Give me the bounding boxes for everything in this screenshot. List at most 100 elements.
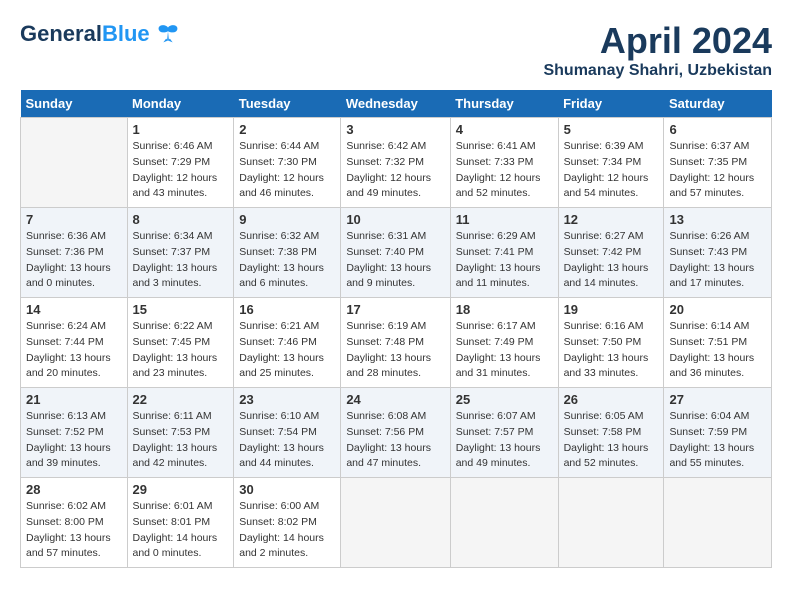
sunrise-text: Sunrise: 6:02 AM bbox=[26, 499, 122, 515]
day-number: 30 bbox=[239, 482, 335, 497]
day-number: 16 bbox=[239, 302, 335, 317]
calendar-cell: 7Sunrise: 6:36 AMSunset: 7:36 PMDaylight… bbox=[21, 208, 128, 298]
day-number: 20 bbox=[669, 302, 766, 317]
daylight-text: Daylight: 13 hours and 36 minutes. bbox=[669, 351, 766, 383]
calendar-cell bbox=[450, 478, 558, 568]
day-number: 6 bbox=[669, 122, 766, 137]
day-info: Sunrise: 6:27 AMSunset: 7:42 PMDaylight:… bbox=[564, 229, 659, 292]
calendar-cell: 3Sunrise: 6:42 AMSunset: 7:32 PMDaylight… bbox=[341, 118, 450, 208]
calendar-cell: 10Sunrise: 6:31 AMSunset: 7:40 PMDayligh… bbox=[341, 208, 450, 298]
daylight-text: Daylight: 13 hours and 44 minutes. bbox=[239, 441, 335, 473]
calendar-cell: 1Sunrise: 6:46 AMSunset: 7:29 PMDaylight… bbox=[127, 118, 234, 208]
calendar-cell: 18 Sunrise: 6:17 AMSunset: 7:49 PMDayligh… bbox=[450, 298, 558, 388]
day-number: 18 bbox=[456, 302, 553, 317]
day-info: Sunrise: 6:07 AMSunset: 7:57 PMDaylight:… bbox=[456, 409, 553, 472]
calendar-cell: 27Sunrise: 6:04 AMSunset: 7:59 PMDayligh… bbox=[664, 388, 772, 478]
day-info: Sunrise: 6:19 AMSunset: 7:48 PMDaylight:… bbox=[346, 319, 444, 382]
day-number: 29 bbox=[133, 482, 229, 497]
day-of-week-header: Wednesday bbox=[341, 90, 450, 118]
day-number: 2 bbox=[239, 122, 335, 137]
day-number: 1 bbox=[133, 122, 229, 137]
calendar-cell: 8Sunrise: 6:34 AMSunset: 7:37 PMDaylight… bbox=[127, 208, 234, 298]
week-row: 28Sunrise: 6:02 AMSunset: 8:00 PMDayligh… bbox=[21, 478, 772, 568]
daylight-text: Daylight: 13 hours and 47 minutes. bbox=[346, 441, 444, 473]
calendar-table: SundayMondayTuesdayWednesdayThursdayFrid… bbox=[20, 90, 772, 568]
sunset-text: Sunset: 7:57 PM bbox=[456, 425, 553, 441]
sunset-text: Sunset: 7:52 PM bbox=[26, 425, 122, 441]
calendar-cell: 24Sunrise: 6:08 AMSunset: 7:56 PMDayligh… bbox=[341, 388, 450, 478]
sunset-text: Sunset: 7:36 PM bbox=[26, 245, 122, 261]
calendar-cell: 21 Sunrise: 6:13 AMSunset: 7:52 PMDayligh… bbox=[21, 388, 128, 478]
calendar-cell: 19Sunrise: 6:16 AMSunset: 7:50 PMDayligh… bbox=[558, 298, 664, 388]
day-info: Sunrise: 6:41 AMSunset: 7:33 PMDaylight:… bbox=[456, 139, 553, 202]
day-number: 23 bbox=[239, 392, 335, 407]
day-info: Sunrise: 6:13 AMSunset: 7:52 PMDaylight:… bbox=[26, 409, 122, 472]
day-number: 8 bbox=[133, 212, 229, 227]
calendar-cell: 2 Sunrise: 6:44 AMSunset: 7:30 PMDaylight… bbox=[234, 118, 341, 208]
daylight-text: Daylight: 12 hours and 43 minutes. bbox=[133, 171, 229, 203]
sunrise-text: Sunrise: 6:10 AM bbox=[239, 409, 335, 425]
sunrise-text: Sunrise: 6:46 AM bbox=[133, 139, 229, 155]
day-of-week-header: Saturday bbox=[664, 90, 772, 118]
calendar-cell: 30Sunrise: 6:00 AMSunset: 8:02 PMDayligh… bbox=[234, 478, 341, 568]
day-info: Sunrise: 6:14 AMSunset: 7:51 PMDaylight:… bbox=[669, 319, 766, 382]
month-year-title: April 2024 bbox=[543, 20, 772, 62]
sunrise-text: Sunrise: 6:34 AM bbox=[133, 229, 229, 245]
logo-bird-icon bbox=[154, 20, 182, 48]
calendar-cell: 22Sunrise: 6:11 AMSunset: 7:53 PMDayligh… bbox=[127, 388, 234, 478]
sunset-text: Sunset: 7:32 PM bbox=[346, 155, 444, 171]
sunrise-text: Sunrise: 6:29 AM bbox=[456, 229, 553, 245]
calendar-cell: 6Sunrise: 6:37 AMSunset: 7:35 PMDaylight… bbox=[664, 118, 772, 208]
day-info: Sunrise: 6:39 AMSunset: 7:34 PMDaylight:… bbox=[564, 139, 659, 202]
daylight-text: Daylight: 13 hours and 55 minutes. bbox=[669, 441, 766, 473]
day-of-week-header: Thursday bbox=[450, 90, 558, 118]
daylight-text: Daylight: 12 hours and 54 minutes. bbox=[564, 171, 659, 203]
day-info: Sunrise: 6:21 AMSunset: 7:46 PMDaylight:… bbox=[239, 319, 335, 382]
day-number: 24 bbox=[346, 392, 444, 407]
sunrise-text: Sunrise: 6:14 AM bbox=[669, 319, 766, 335]
calendar-cell bbox=[664, 478, 772, 568]
day-of-week-header: Monday bbox=[127, 90, 234, 118]
day-info: Sunrise: 6:32 AMSunset: 7:38 PMDaylight:… bbox=[239, 229, 335, 292]
sunset-text: Sunset: 8:00 PM bbox=[26, 515, 122, 531]
sunset-text: Sunset: 7:38 PM bbox=[239, 245, 335, 261]
sunset-text: Sunset: 7:42 PM bbox=[564, 245, 659, 261]
daylight-text: Daylight: 13 hours and 23 minutes. bbox=[133, 351, 229, 383]
day-number: 19 bbox=[564, 302, 659, 317]
sunset-text: Sunset: 7:35 PM bbox=[669, 155, 766, 171]
sunrise-text: Sunrise: 6:22 AM bbox=[133, 319, 229, 335]
day-number: 5 bbox=[564, 122, 659, 137]
week-row: 1Sunrise: 6:46 AMSunset: 7:29 PMDaylight… bbox=[21, 118, 772, 208]
calendar-cell bbox=[558, 478, 664, 568]
day-info: Sunrise: 6:02 AMSunset: 8:00 PMDaylight:… bbox=[26, 499, 122, 562]
day-info: Sunrise: 6:04 AMSunset: 7:59 PMDaylight:… bbox=[669, 409, 766, 472]
sunset-text: Sunset: 7:50 PM bbox=[564, 335, 659, 351]
sunrise-text: Sunrise: 6:17 AM bbox=[456, 319, 553, 335]
day-number: 14 bbox=[26, 302, 122, 317]
sunset-text: Sunset: 7:49 PM bbox=[456, 335, 553, 351]
sunset-text: Sunset: 7:33 PM bbox=[456, 155, 553, 171]
daylight-text: Daylight: 13 hours and 49 minutes. bbox=[456, 441, 553, 473]
calendar-cell: 16 Sunrise: 6:21 AMSunset: 7:46 PMDayligh… bbox=[234, 298, 341, 388]
calendar-cell: 29Sunrise: 6:01 AMSunset: 8:01 PMDayligh… bbox=[127, 478, 234, 568]
day-number: 21 bbox=[26, 392, 122, 407]
sunrise-text: Sunrise: 6:31 AM bbox=[346, 229, 444, 245]
sunrise-text: Sunrise: 6:21 AM bbox=[239, 319, 335, 335]
daylight-text: Daylight: 13 hours and 25 minutes. bbox=[239, 351, 335, 383]
title-block: April 2024 Shumanay Shahri, Uzbekistan bbox=[543, 20, 772, 80]
sunset-text: Sunset: 7:30 PM bbox=[239, 155, 335, 171]
daylight-text: Daylight: 13 hours and 6 minutes. bbox=[239, 261, 335, 293]
day-info: Sunrise: 6:10 AMSunset: 7:54 PMDaylight:… bbox=[239, 409, 335, 472]
sunset-text: Sunset: 7:34 PM bbox=[564, 155, 659, 171]
day-info: Sunrise: 6:44 AMSunset: 7:30 PMDaylight:… bbox=[239, 139, 335, 202]
daylight-text: Daylight: 14 hours and 2 minutes. bbox=[239, 531, 335, 563]
location-subtitle: Shumanay Shahri, Uzbekistan bbox=[543, 62, 772, 80]
sunrise-text: Sunrise: 6:13 AM bbox=[26, 409, 122, 425]
sunset-text: Sunset: 7:43 PM bbox=[669, 245, 766, 261]
daylight-text: Daylight: 13 hours and 31 minutes. bbox=[456, 351, 553, 383]
sunset-text: Sunset: 7:51 PM bbox=[669, 335, 766, 351]
daylight-text: Daylight: 13 hours and 20 minutes. bbox=[26, 351, 122, 383]
calendar-cell: 4Sunrise: 6:41 AMSunset: 7:33 PMDaylight… bbox=[450, 118, 558, 208]
calendar-cell: 5 Sunrise: 6:39 AMSunset: 7:34 PMDaylight… bbox=[558, 118, 664, 208]
sunrise-text: Sunrise: 6:36 AM bbox=[26, 229, 122, 245]
